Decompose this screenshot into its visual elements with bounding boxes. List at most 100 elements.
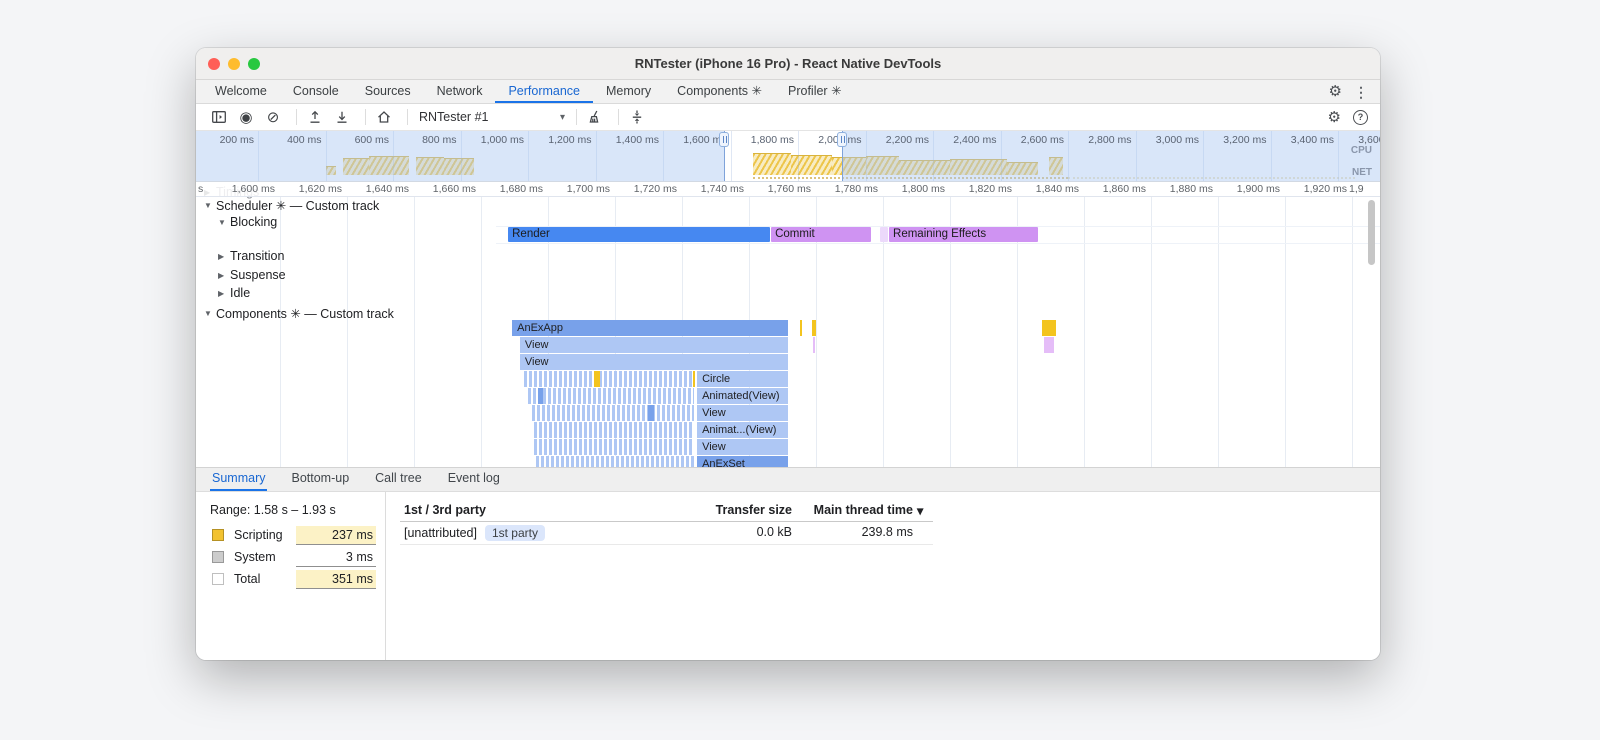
scheduler-event-commit[interactable]: Commit (771, 227, 871, 242)
component-event-animated-view[interactable]: Animated(View) (697, 388, 788, 404)
summary-row-total: Total 351 ms (210, 570, 378, 590)
component-event-mark[interactable] (593, 371, 600, 387)
component-event-view[interactable]: View (697, 405, 788, 421)
target-selector-dropdown[interactable]: RNTester #1 ▾ (415, 110, 569, 124)
track-label-scheduler-custom-track[interactable]: ▼ Scheduler ✳ — Custom track (204, 197, 379, 213)
timeline-gridline (347, 196, 348, 467)
component-event-mark[interactable] (812, 337, 816, 353)
chevron-collapsed-icon[interactable]: ▶ (218, 289, 230, 298)
scheduler-event-render[interactable]: Render (508, 227, 771, 242)
chevron-collapsed-icon[interactable]: ▶ (218, 252, 230, 261)
component-event-mark[interactable] (1042, 320, 1057, 336)
lane-divider (496, 243, 1380, 244)
details-tab-event-log[interactable]: Event log (446, 468, 502, 491)
net-track-label: NET (1352, 167, 1372, 178)
component-event-circle[interactable]: Circle (697, 371, 788, 387)
toggle-sidebar-icon[interactable] (208, 107, 230, 127)
capture-settings-gear-icon[interactable]: ⚙ (1328, 110, 1341, 125)
table-row-name[interactable]: [unattributed] 1st party (404, 525, 545, 541)
component-event-anexapp[interactable]: AnExApp (512, 320, 788, 336)
component-event-view[interactable]: View (519, 354, 788, 370)
component-event-anexset[interactable]: AnExSet (697, 456, 788, 467)
selection-handle-grip[interactable] (719, 132, 730, 147)
help-icon[interactable]: ? (1353, 109, 1368, 125)
table-header-party[interactable]: 1st / 3rd party (404, 503, 486, 517)
home-icon[interactable] (373, 107, 395, 127)
table-header-main-thread-time[interactable]: Main thread time (800, 503, 913, 517)
more-options-kebab-icon[interactable]: ⋮ (1354, 85, 1368, 99)
component-event-mark[interactable] (537, 388, 543, 404)
component-event-view[interactable]: View (519, 337, 788, 353)
component-event-striped[interactable] (533, 439, 695, 455)
selection-handle-right[interactable] (837, 131, 848, 181)
tab-sources[interactable]: Sources (352, 80, 424, 103)
ruler-partial-label: 1,9 (1349, 183, 1364, 195)
selection-handle-left[interactable] (719, 131, 730, 181)
details-tab-summary[interactable]: Summary (210, 468, 268, 491)
track-label-suspense[interactable]: ▶ Suspense (218, 267, 286, 283)
track-label-blocking[interactable]: ▼ Blocking (218, 214, 277, 230)
timeline-overview[interactable]: CPU NET 200 ms 400 ms 600 ms 800 ms 1,000 ms… (196, 131, 1380, 182)
table-header-transfer-size[interactable]: Transfer size (682, 503, 792, 517)
component-event-striped[interactable] (531, 405, 695, 421)
dropdown-caret-icon: ▾ (559, 111, 565, 123)
load-profile-icon[interactable] (304, 107, 326, 127)
ruler-tick-label: 1,720 ms (633, 183, 677, 195)
window-title: RNTester (iPhone 16 Pro) - React Native … (634, 56, 942, 71)
component-event-striped[interactable] (535, 456, 695, 467)
track-label-transition[interactable]: ▶ Transition (218, 248, 284, 264)
record-icon[interactable]: ◉ (235, 107, 257, 127)
window-titlebar[interactable]: RNTester (iPhone 16 Pro) - React Native … (196, 48, 1380, 80)
tab-welcome[interactable]: Welcome (202, 80, 280, 103)
ruler-tick-label: 1,820 ms (968, 183, 1012, 195)
vertical-scrollbar-thumb[interactable] (1368, 200, 1375, 265)
chevron-collapsed-icon[interactable]: ▶ (218, 271, 230, 280)
track-label-text: Suspense (230, 268, 286, 282)
component-event-animat-view[interactable]: Animat...(View) (697, 422, 788, 438)
clear-recording-icon[interactable]: ⊘ (262, 107, 284, 127)
chevron-expanded-icon[interactable]: ▼ (218, 218, 230, 227)
component-event-mark[interactable] (799, 320, 803, 336)
overview-tick-label: 1,400 ms (615, 134, 659, 146)
collect-garbage-icon[interactable] (626, 107, 648, 127)
track-label-text: Transition (230, 249, 285, 263)
component-event-view[interactable]: View (697, 439, 788, 455)
component-event-mark[interactable] (1044, 337, 1055, 353)
overview-tick-label: 400 ms (287, 134, 322, 146)
chevron-expanded-icon[interactable]: ▼ (204, 309, 216, 318)
legend-label: Scripting (234, 528, 283, 542)
broom-clear-icon[interactable] (584, 107, 606, 127)
selection-handle-grip[interactable] (837, 132, 848, 147)
save-profile-icon[interactable] (331, 107, 353, 127)
timeline-flame-chart[interactable]: s 1,9 1,600 ms 1,620 ms 1,640 ms 1,660 ms 1,… (196, 182, 1380, 467)
details-tab-call-tree[interactable]: Call tree (373, 468, 424, 491)
overview-tick-label: 1,000 ms (480, 134, 524, 146)
component-event-mark[interactable] (811, 320, 817, 336)
component-event-striped[interactable] (533, 422, 695, 438)
tab-console[interactable]: Console (280, 80, 352, 103)
track-label-text: Idle (230, 286, 251, 300)
track-label-components-custom-track[interactable]: ▼ Components ✳ — Custom track (204, 305, 394, 321)
scheduler-event-sliver[interactable] (879, 227, 889, 242)
component-event-mark[interactable] (693, 371, 696, 387)
component-event-striped[interactable] (527, 388, 695, 404)
tab-components[interactable]: Components ✳ (664, 80, 775, 103)
tab-profiler[interactable]: Profiler ✳ (775, 80, 855, 103)
scheduler-event-remaining-effects[interactable]: Remaining Effects (889, 227, 1039, 242)
main-thread-time-value: 239.8 ms (861, 525, 913, 539)
details-tabs: Summary Bottom-up Call tree Event log (210, 468, 524, 491)
toolbar-separator (365, 109, 366, 125)
component-event-striped[interactable] (523, 371, 695, 387)
tab-performance[interactable]: Performance (495, 80, 594, 103)
track-label-idle[interactable]: ▶ Idle (218, 285, 250, 301)
component-event-mark[interactable] (648, 405, 655, 421)
ruler-tick-label: 1,640 ms (365, 183, 409, 195)
settings-gear-icon[interactable]: ⚙ (1329, 84, 1342, 99)
tab-network[interactable]: Network (424, 80, 496, 103)
timeline-gridline (481, 196, 482, 467)
chevron-expanded-icon[interactable]: ▼ (204, 201, 216, 210)
tab-memory[interactable]: Memory (593, 80, 664, 103)
track-label-text: Components ✳ — Custom track (216, 306, 394, 321)
cpu-activity-segment (753, 153, 792, 175)
details-tab-bottom-up[interactable]: Bottom-up (289, 468, 351, 491)
